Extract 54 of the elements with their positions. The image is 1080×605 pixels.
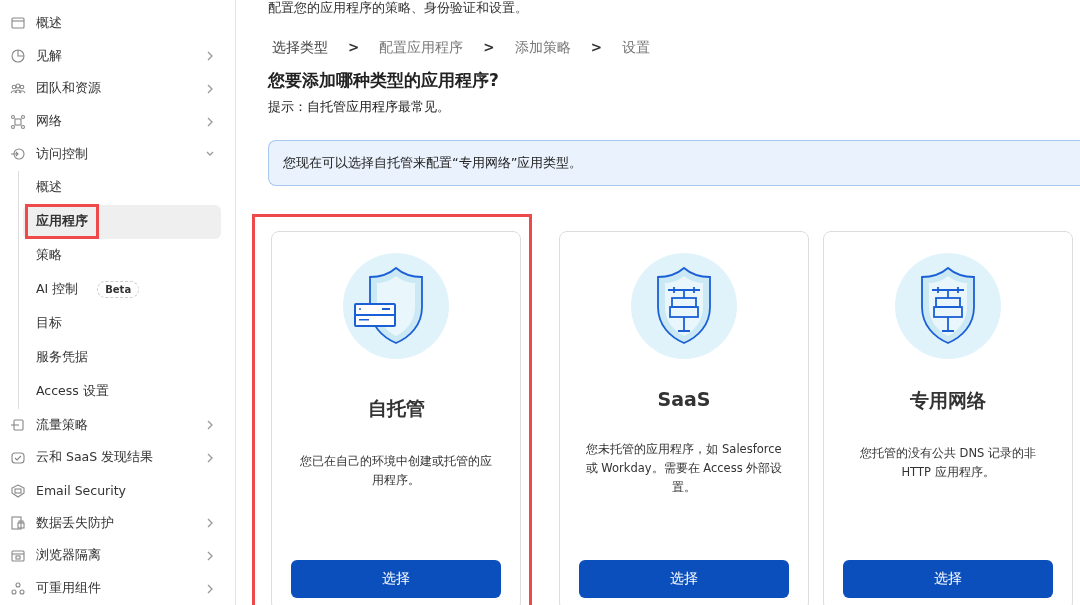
chevron-right-icon[interactable] (205, 51, 215, 62)
sidebar-subitem[interactable]: 应用程序 (23, 204, 221, 239)
chevron-right-icon[interactable] (205, 83, 215, 94)
card-description: 您已在自己的环境中创建或托管的应用程序。 (299, 453, 493, 489)
wizard-step: 添加策略 (514, 39, 571, 57)
card-description: 您未托管的应用程序，如 Salesforce 或 Workday。需要在 Access 外部设置。 (584, 441, 784, 496)
sidebar-item[interactable]: 见解 (36, 47, 195, 65)
network-icon (10, 113, 26, 130)
sidebar-item[interactable]: 流量策略 (36, 416, 195, 434)
check-icon (10, 449, 26, 466)
card-description: 您托管的没有公共 DNS 记录的非 HTTP 应用程序。 (858, 445, 1038, 481)
wizard-step: 设置 (621, 39, 650, 57)
page-description: 配置您的应用程序的策略、身份验证和设置。 (268, 0, 529, 17)
chevron-right-icon[interactable] (205, 518, 215, 529)
wizard-step: 配置应用程序 (379, 39, 464, 57)
step-separator: > (590, 39, 602, 57)
nodes-icon (10, 580, 26, 597)
sidebar-item[interactable]: 概述 (36, 14, 221, 32)
sidebar-item[interactable]: 网络 (36, 113, 195, 131)
step-separator: > (483, 39, 495, 57)
browser-icon (10, 547, 26, 564)
sidebar-item[interactable]: 数据丢失防护 (36, 514, 195, 532)
card-title: 自托管 (367, 396, 425, 421)
step-separator: > (348, 39, 360, 57)
pie-icon (10, 48, 26, 65)
sidebar-subitem[interactable]: Access 设置 (23, 374, 221, 409)
select-button[interactable]: 选择 (579, 560, 789, 598)
lock-icon (10, 515, 26, 532)
chevron-right-icon[interactable] (205, 420, 215, 431)
sidebar-item[interactable]: 可重用组件 (36, 580, 195, 598)
sidebar-item[interactable]: 访问控制 (36, 145, 195, 163)
sidebar-item[interactable]: Email Security (36, 483, 221, 498)
chevron-right-icon[interactable] (205, 583, 215, 594)
sidebar-item[interactable]: 浏览器隔离 (36, 547, 195, 565)
sidebar-item[interactable]: 云和 SaaS 发现结果 (36, 449, 195, 467)
card-title: SaaS (657, 388, 711, 410)
select-button[interactable]: 选择 (843, 560, 1053, 598)
sidebar-subitem[interactable]: 目标 (23, 306, 221, 341)
wizard-step: 选择类型 (272, 39, 328, 57)
sidebar-subitem[interactable]: 概述 (23, 170, 221, 205)
chevron-right-icon[interactable] (205, 452, 215, 463)
hint-text: 提示：自托管应用程序最常见。 (268, 98, 451, 116)
sidebar-subitem[interactable]: 策略 (23, 238, 221, 273)
select-button[interactable]: 选择 (291, 560, 501, 598)
window-icon (10, 15, 26, 32)
sidebar-subitem[interactable]: 服务凭据 (23, 340, 221, 375)
sidebar-subitem[interactable]: AI 控制 Beta (23, 272, 221, 307)
card-title: 专用网络 (910, 388, 986, 413)
login-icon (10, 146, 26, 163)
chevron-right-icon[interactable] (205, 550, 215, 561)
info-banner: 您现在可以选择自托管来配置“专用网络”应用类型。 (268, 140, 1080, 186)
chevron-right-icon[interactable] (205, 116, 215, 127)
page-heading: 您要添加哪种类型的应用程序? (268, 69, 500, 92)
sidebar-item[interactable]: 团队和资源 (36, 80, 195, 98)
